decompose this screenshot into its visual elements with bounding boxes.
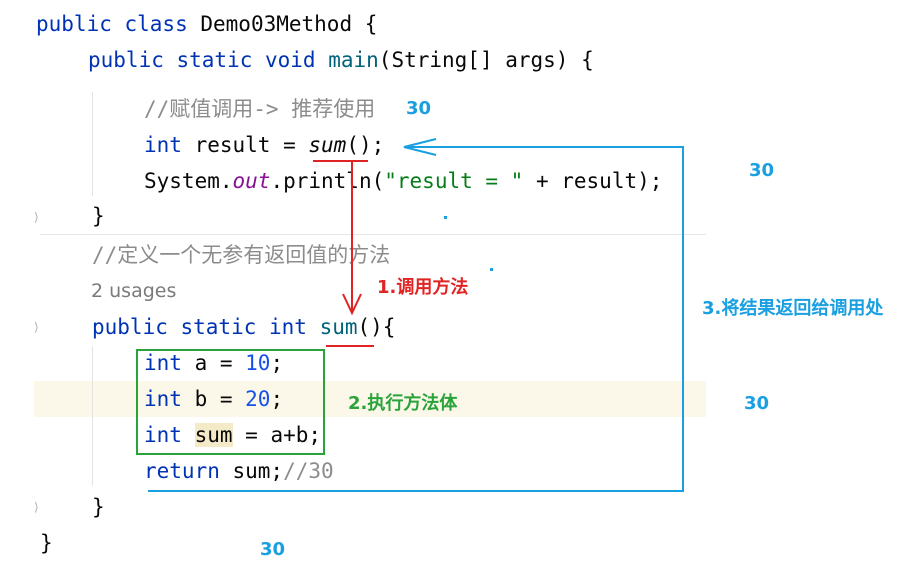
step1-label: 1.调用方法	[377, 277, 469, 298]
method-body-box	[136, 349, 325, 455]
dot-mark	[490, 268, 493, 271]
step2-label: 2.执行方法体	[348, 393, 458, 414]
return-path	[148, 146, 684, 492]
bottom-value-label: 30	[260, 539, 286, 560]
right-value-label: 30	[749, 160, 775, 181]
step3-label: 3.将结果返回给调用处	[702, 298, 884, 319]
call-value-label: 30	[406, 98, 432, 119]
right-mid-value-label: 30	[744, 393, 770, 414]
dot-mark	[444, 216, 447, 219]
